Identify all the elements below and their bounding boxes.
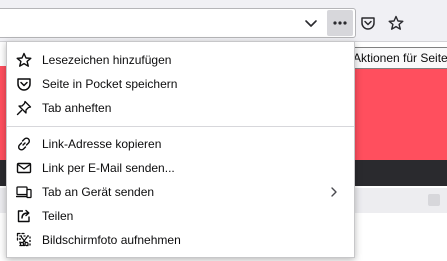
chevron-down-icon[interactable]	[298, 10, 324, 36]
pocket-icon	[16, 76, 32, 92]
star-icon	[16, 52, 32, 68]
menu-item-copy-link[interactable]: Link-Adresse kopieren	[7, 132, 354, 156]
link-icon	[16, 136, 32, 152]
page-actions-tooltip: Aktionen für Seite	[348, 47, 447, 69]
menu-item-label: Teilen	[42, 209, 74, 223]
menu-item-label: Link per E-Mail senden...	[42, 161, 175, 175]
pin-icon	[16, 100, 32, 116]
share-icon	[16, 208, 32, 224]
screenshot-icon	[16, 232, 32, 248]
menu-item-screenshot[interactable]: Bildschirmfoto aufnehmen	[7, 228, 354, 252]
more-actions-icon[interactable]	[327, 10, 353, 36]
chevron-right-icon	[331, 187, 337, 197]
menu-item-share[interactable]: Teilen	[7, 204, 354, 228]
scrollbar-thumb[interactable]	[428, 194, 440, 206]
menu-item-label: Lesezeichen hinzufügen	[42, 53, 172, 67]
star-icon[interactable]	[383, 10, 409, 36]
menu-item-email-link[interactable]: Link per E-Mail senden...	[7, 156, 354, 180]
menu-item-bookmark[interactable]: Lesezeichen hinzufügen	[7, 48, 354, 72]
page-actions-menu: Lesezeichen hinzufügen Seite in Pocket s…	[6, 41, 355, 258]
browser-toolbar	[0, 0, 447, 42]
mail-icon	[16, 160, 32, 176]
device-icon	[16, 184, 32, 200]
menu-item-label: Link-Adresse kopieren	[42, 137, 162, 151]
menu-item-send-to-device[interactable]: Tab an Gerät senden	[7, 180, 354, 204]
menu-item-label: Bildschirmfoto aufnehmen	[42, 233, 181, 247]
pocket-icon[interactable]	[355, 10, 381, 36]
menu-item-pin-tab[interactable]: Tab anheften	[7, 96, 354, 120]
menu-separator	[7, 126, 354, 127]
menu-item-label: Seite in Pocket speichern	[42, 77, 178, 91]
menu-item-label: Tab an Gerät senden	[42, 185, 155, 199]
menu-item-label: Tab anheften	[42, 101, 112, 115]
menu-item-pocket[interactable]: Seite in Pocket speichern	[7, 72, 354, 96]
